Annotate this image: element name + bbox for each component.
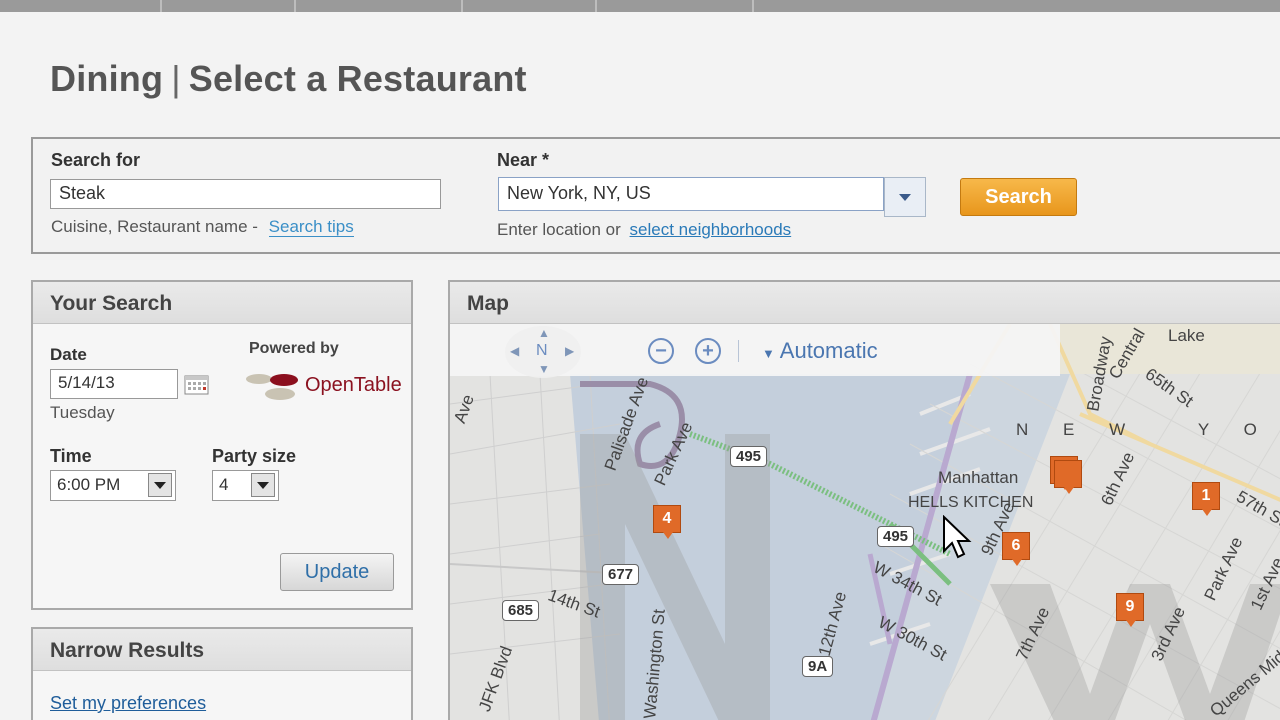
tab[interactable] — [597, 0, 754, 12]
set-preferences-link[interactable]: Set my preferences — [50, 693, 206, 714]
map-style-value: Automatic — [779, 338, 878, 363]
route-shield-495: 495 — [877, 526, 915, 547]
search-for-label: Search for — [51, 150, 141, 170]
opentable-logo-icon — [244, 369, 304, 403]
near-hint: Enter location or select neighborhoods — [497, 220, 791, 240]
set-preferences-link-text[interactable]: Set my preferences — [50, 693, 206, 713]
map-canvas[interactable]: ▲ ◀ N ▶ ▼ − + ▼ Automatic Lake Broadway … — [450, 324, 1280, 720]
search-tips-link[interactable]: Search tips — [268, 217, 354, 237]
tab[interactable] — [463, 0, 597, 12]
update-button[interactable]: Update — [280, 553, 394, 591]
search-button[interactable]: Search — [960, 178, 1077, 216]
date-label: Date — [50, 345, 87, 364]
restaurant-marker[interactable]: 9 — [1116, 593, 1144, 627]
tab[interactable] — [0, 0, 162, 12]
time-label: Time — [50, 446, 92, 466]
zoom-out-icon[interactable]: − — [648, 338, 674, 364]
map-letter: N — [1016, 420, 1030, 439]
map-label-new-york-letters: N E W Y O — [1016, 420, 1258, 440]
restaurant-marker[interactable]: 6 — [1002, 532, 1030, 566]
near-label: Near * — [497, 150, 550, 170]
tab[interactable] — [296, 0, 463, 12]
opentable-logo-text: OpenTable — [305, 374, 402, 396]
search-for-input[interactable]: Steak — [50, 179, 441, 209]
pan-down-icon[interactable]: ▼ — [538, 362, 550, 376]
restaurant-marker-cluster[interactable] — [1054, 460, 1082, 494]
near-input[interactable]: New York, NY, US — [498, 177, 884, 211]
calendar-icon[interactable] — [184, 373, 209, 395]
select-neighborhoods-link[interactable]: select neighborhoods — [630, 220, 792, 239]
map-label-lake: Lake — [1168, 326, 1205, 345]
tab[interactable] — [162, 0, 296, 12]
route-shield-495: 495 — [730, 446, 768, 467]
map-label-manhattan: Manhattan — [938, 468, 1019, 487]
time-dropdown-button[interactable] — [148, 473, 172, 497]
search-for-hint-text: Cuisine, Restaurant name - — [51, 217, 258, 236]
restaurant-marker[interactable]: 4 — [653, 505, 681, 539]
search-for-hint: Cuisine, Restaurant name - Search tips — [51, 217, 354, 237]
top-tab-strip — [0, 0, 1280, 12]
route-shield-9a: 9A — [802, 656, 834, 677]
pan-left-icon[interactable]: ◀ — [510, 344, 519, 358]
restaurant-marker[interactable]: 1 — [1192, 482, 1220, 516]
map-letter: W — [1109, 420, 1127, 439]
chevron-down-icon: ▼ — [762, 346, 775, 361]
date-input[interactable]: 5/14/13 — [50, 369, 178, 399]
pan-up-icon[interactable]: ▲ — [538, 326, 550, 340]
title-separator: | — [171, 58, 181, 99]
party-size-dropdown-button[interactable] — [251, 473, 275, 497]
your-search-heading: Your Search — [33, 282, 411, 324]
map-letter: Y — [1197, 420, 1210, 439]
route-shield-685: 685 — [502, 600, 540, 621]
chevron-down-icon — [154, 481, 166, 489]
page-title-main: Select a Restaurant — [188, 58, 527, 99]
page-title: Dining | Select a Restaurant — [50, 58, 527, 100]
toolbar-divider — [738, 340, 739, 362]
page-title-section: Dining — [50, 58, 164, 99]
map-style-dropdown[interactable]: ▼ Automatic — [762, 338, 878, 364]
chevron-down-icon — [257, 481, 269, 489]
chevron-down-icon — [899, 193, 911, 201]
compass-control[interactable]: ▲ ◀ N ▶ ▼ — [505, 326, 581, 378]
powered-by-label: Powered by — [249, 340, 339, 357]
map-letter: O — [1243, 420, 1258, 439]
compass-north-label: N — [536, 342, 548, 359]
map-panel: Map ▲ ◀ N ▶ ▼ − + ▼ Automatic Lake Broad… — [448, 280, 1280, 720]
pan-right-icon[interactable]: ▶ — [565, 344, 574, 358]
map-heading: Map — [450, 282, 1280, 324]
mouse-cursor-icon — [942, 514, 972, 570]
map-toolbar: ▲ ◀ N ▶ ▼ − + ▼ Automatic — [450, 324, 1060, 378]
party-size-label: Party size — [212, 446, 297, 466]
zoom-in-icon[interactable]: + — [695, 338, 721, 364]
day-of-week: Tuesday — [50, 403, 115, 422]
near-hint-text: Enter location or — [497, 220, 621, 239]
map-letter: E — [1063, 420, 1076, 439]
narrow-results-heading: Narrow Results — [33, 629, 411, 671]
route-shield-677: 677 — [602, 564, 640, 585]
near-dropdown-button[interactable] — [884, 177, 926, 217]
